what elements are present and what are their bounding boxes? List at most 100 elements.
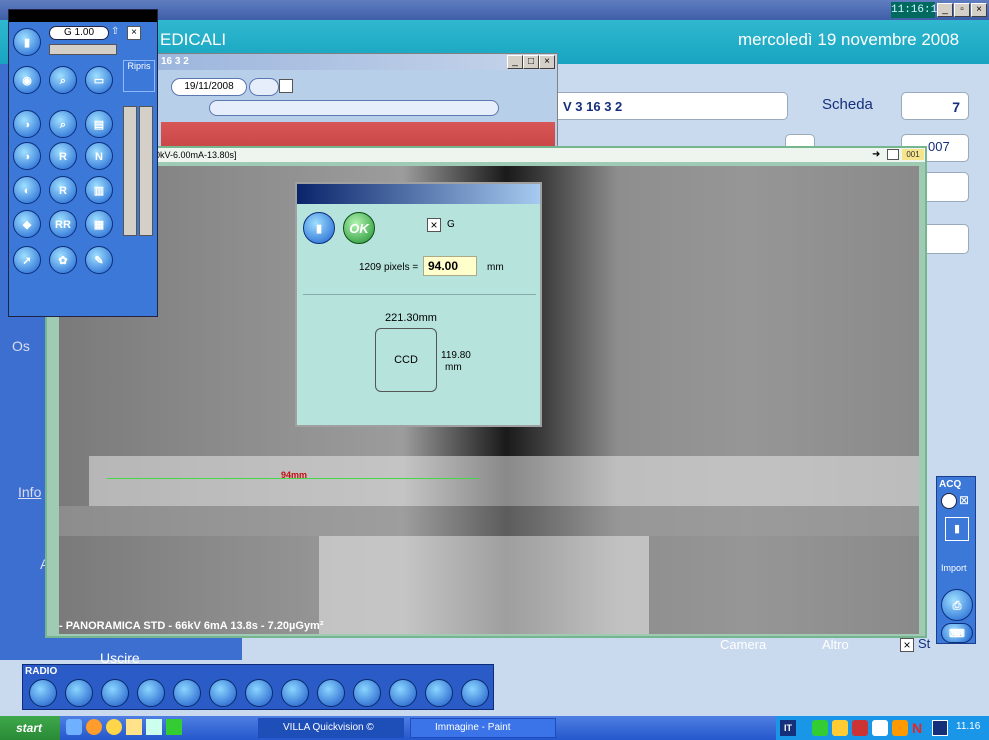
next-arrow-icon[interactable]: ➜ [872,149,888,160]
scanner-icon[interactable]: ⎙ [941,589,973,621]
description-field[interactable] [209,100,499,116]
grid-icon[interactable] [29,679,57,707]
close-button[interactable]: × [971,3,987,17]
xray-base [319,536,649,634]
quicklaunch-media-icon[interactable] [106,719,122,735]
invert-icon[interactable]: N [85,142,113,170]
sensor-icon[interactable]: ▮ [945,517,969,541]
tray-icon-6[interactable] [932,720,948,736]
task-paint[interactable]: Immagine - Paint [410,718,556,738]
camera-button[interactable]: Camera [720,637,766,652]
arrow-icon[interactable]: ➚ [13,246,41,274]
contrast-slider[interactable] [139,106,153,236]
contrast-icon[interactable]: ▦ [85,210,113,238]
st-checkbox[interactable]: × [900,638,914,652]
film-icon[interactable] [245,679,273,707]
altro-button[interactable]: Altro [822,637,849,652]
mirror-r-icon[interactable]: RR [49,210,77,238]
tooth-brush-icon[interactable] [137,679,165,707]
dialog-book-icon[interactable]: ▮ [303,212,335,244]
dots-pattern-icon[interactable] [389,679,417,707]
exam-date-field[interactable]: 19/11/2008 [171,78,247,96]
quicklaunch-notepad-icon[interactable] [146,719,162,735]
color-bars-icon[interactable]: ▤ [85,110,113,138]
dialog-body: ▮ OK × G 1209 pixels = 94.00 mm 221.30mm… [297,204,540,425]
eye-icon[interactable]: ◉ [13,66,41,94]
tray-icon-1[interactable] [812,720,828,736]
import-button[interactable]: Import [941,563,967,573]
side-label-info[interactable]: Info [18,484,41,500]
image-checkbox[interactable] [887,149,899,160]
patient-code-field[interactable]: V 3 16 3 2 [548,92,788,120]
xray-bar [89,456,919,506]
task-quickvision[interactable]: VILLA Quickvision © [258,718,404,738]
toolbox-panel: ▮ G 1.00 ⇧ × Ripris ◉ ⌕ ▭ ◑ ⌕ ▤ ◑ R N ◐ … [8,9,158,317]
ripris-button[interactable]: Ripris [123,60,155,92]
eraser-icon[interactable]: ◆ [13,210,41,238]
tooth-tool-icon[interactable] [101,679,129,707]
tooth-icon[interactable]: ◑ [13,110,41,138]
pw-maximize-button[interactable]: □ [523,55,539,69]
quad-film-icon[interactable] [317,679,345,707]
magnifier-icon[interactable]: ⌕ [49,66,77,94]
rotate-r-icon[interactable]: R [49,142,77,170]
quicklaunch-firefox-icon[interactable] [86,719,102,735]
date-check[interactable] [279,79,293,93]
acq-radio[interactable] [941,493,957,509]
lock-icon[interactable]: ⇧ [111,26,123,38]
panorama-icon[interactable] [461,679,489,707]
full-dots-icon[interactable] [425,679,453,707]
toolbox-checkbox[interactable]: × [127,26,141,40]
tray-icon-5[interactable] [892,720,908,736]
tooth-outline-icon[interactable]: ◐ [13,176,41,204]
palette-icon[interactable]: ✿ [49,246,77,274]
magnifier-minus-icon[interactable]: ⌕ [49,110,77,138]
mm-input[interactable]: 94.00 [423,256,477,276]
xray-band [59,506,919,536]
flip-r-icon[interactable]: R [49,176,77,204]
keyboard-icon[interactable]: ⌨ [941,623,973,643]
measure-label: 94mm [281,470,308,480]
dual-film-icon[interactable] [281,679,309,707]
language-indicator[interactable]: IT [780,720,796,736]
quicklaunch-excel-icon[interactable] [166,719,182,735]
scheda-value: 7 [952,99,960,115]
calibration-dialog: ▮ OK × G 1209 pixels = 94.00 mm 221.30mm… [295,182,542,427]
pw-close-button[interactable]: × [539,55,555,69]
start-button[interactable]: start [0,716,60,740]
scheda-label: Scheda [822,96,873,113]
print-icon[interactable] [209,679,237,707]
scheda-field[interactable]: 7 [901,92,969,120]
ruler-icon[interactable]: ▭ [85,66,113,94]
quicklaunch-ie-icon[interactable] [66,719,82,735]
tray-n-icon[interactable]: N [912,720,928,736]
bookmark-icon[interactable]: ⊠ [959,493,973,509]
minimize-button[interactable]: _ [937,3,953,17]
year-value: 007 [928,139,950,154]
g-label: G [447,219,455,230]
tray-icon-3[interactable] [852,720,868,736]
grayscale-icon[interactable]: ▥ [85,176,113,204]
date-toggle[interactable] [249,78,279,96]
zoom-slider[interactable] [49,44,117,55]
ok-button[interactable]: OK [343,212,375,244]
brightness-slider[interactable] [123,106,137,236]
zoom-field[interactable]: G 1.00 [49,26,109,40]
radio-title: RADIO [25,666,58,677]
tray-icon-4[interactable] [872,720,888,736]
xray-icon[interactable] [173,679,201,707]
radio-toolbar: RADIO [22,664,494,710]
pen-icon[interactable]: ✎ [85,246,113,274]
restore-button[interactable]: ▫ [954,3,970,17]
side-label-os: Os [12,338,30,354]
st-label: St [918,636,931,651]
dots-grid-icon[interactable] [353,679,381,707]
g-checkbox[interactable]: × [427,218,441,232]
quicklaunch-folder-icon[interactable] [126,719,142,735]
pw-minimize-button[interactable]: _ [507,55,523,69]
dialog-titlebar [297,184,540,204]
numbered-tooth-icon[interactable]: ◑ [13,142,41,170]
layout-icon[interactable] [65,679,93,707]
tray-icon-2[interactable] [832,720,848,736]
book-icon[interactable]: ▮ [13,28,41,56]
